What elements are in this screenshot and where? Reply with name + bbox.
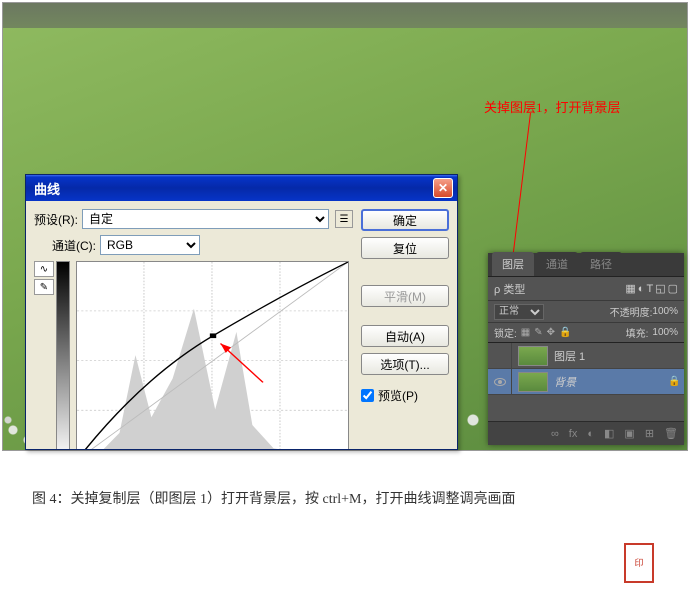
ok-button[interactable]: 确定	[361, 209, 449, 231]
smooth-button: 平滑(M)	[361, 285, 449, 307]
lock-pixels-icon[interactable]: ✎	[534, 327, 542, 338]
preview-checkbox[interactable]	[361, 389, 374, 402]
preset-combo[interactable]: 自定	[82, 209, 329, 229]
fill-label: 填充:	[626, 325, 649, 340]
dialog-titlebar[interactable]: 曲线 ✕	[26, 175, 457, 201]
lock-position-icon[interactable]: ✥	[547, 327, 555, 338]
figure-caption: 图 4：关掉复制层（即图层 1）打开背景层，按 ctrl+M，打开曲线调整调亮画…	[32, 488, 516, 508]
close-icon: ✕	[438, 181, 448, 195]
visibility-toggle[interactable]	[488, 343, 512, 368]
auto-button[interactable]: 自动(A)	[361, 325, 449, 347]
annotation-text: 关掉图层1，打开背景层	[484, 97, 621, 116]
layers-footer: ∞ fx ◐ ◧ ▣ ⊞ 🗑	[488, 421, 684, 445]
mask-icon[interactable]: ◐	[587, 428, 594, 440]
seal-stamp: 印	[624, 543, 654, 583]
eye-icon	[494, 378, 506, 386]
layer-list: 图层 1 背景 🔒	[488, 343, 684, 395]
layers-tabs: 图层 通道 路径	[488, 253, 684, 277]
filter-adjust-icon[interactable]: ◐	[638, 283, 645, 295]
layer-item-background[interactable]: 背景 🔒	[488, 369, 684, 395]
close-button[interactable]: ✕	[433, 178, 453, 198]
lock-icon: 🔒	[668, 376, 684, 387]
layer-name[interactable]: 背景	[554, 374, 668, 390]
layer-thumbnail	[518, 372, 548, 392]
filter-type-icon[interactable]: T	[646, 283, 653, 295]
output-gradient	[56, 261, 70, 450]
filter-shape-icon[interactable]: ◱	[655, 282, 665, 295]
curve-pencil-tool[interactable]: ✎	[34, 279, 54, 295]
preview-label: 预览(P)	[378, 387, 418, 404]
visibility-toggle[interactable]	[488, 369, 512, 394]
channel-label: 通道(C):	[52, 237, 96, 254]
opacity-value[interactable]: 100%	[652, 306, 678, 317]
filter-pixel-icon[interactable]: ▦	[625, 282, 635, 295]
layers-panel: 图层 通道 路径 ρ 类型 ▦ ◐ T ◱ ▢ 正常 不透明度: 100% 锁定…	[488, 253, 684, 445]
lock-transparent-icon[interactable]: ▦	[521, 327, 530, 338]
trash-icon[interactable]: 🗑	[664, 427, 678, 440]
options-button[interactable]: 选项(T)...	[361, 353, 449, 375]
cancel-button[interactable]: 复位	[361, 237, 449, 259]
curves-dialog: 曲线 ✕ 预设(R): 自定 ☰ 通道(C): RGB ∿ ✎	[25, 174, 458, 450]
tab-paths[interactable]: 路径	[580, 252, 622, 276]
group-icon[interactable]: ▣	[624, 427, 634, 440]
dialog-title: 曲线	[30, 179, 433, 198]
tab-channels[interactable]: 通道	[536, 252, 578, 276]
lock-label: 锁定:	[494, 325, 517, 340]
blend-mode-combo[interactable]: 正常	[494, 304, 544, 320]
opacity-label: 不透明度:	[610, 304, 653, 319]
kind-label: ρ 类型	[494, 281, 525, 297]
channel-combo[interactable]: RGB	[100, 235, 200, 255]
adjustment-icon[interactable]: ◧	[604, 427, 614, 440]
fill-value[interactable]: 100%	[652, 327, 678, 338]
tab-layers[interactable]: 图层	[492, 252, 534, 276]
link-layers-icon[interactable]: ∞	[551, 428, 559, 440]
curves-graph[interactable]	[76, 261, 349, 450]
preset-menu-icon[interactable]: ☰	[335, 210, 353, 228]
preset-label: 预设(R):	[34, 211, 78, 228]
layer-item-1[interactable]: 图层 1	[488, 343, 684, 369]
lock-all-icon[interactable]: 🔒	[559, 327, 571, 338]
layer-thumbnail	[518, 346, 548, 366]
fx-icon[interactable]: fx	[569, 428, 578, 440]
layer-name[interactable]: 图层 1	[554, 348, 684, 364]
new-layer-icon[interactable]: ⊞	[645, 427, 654, 440]
curve-point-tool[interactable]: ∿	[34, 261, 54, 277]
filter-smart-icon[interactable]: ▢	[668, 282, 678, 295]
